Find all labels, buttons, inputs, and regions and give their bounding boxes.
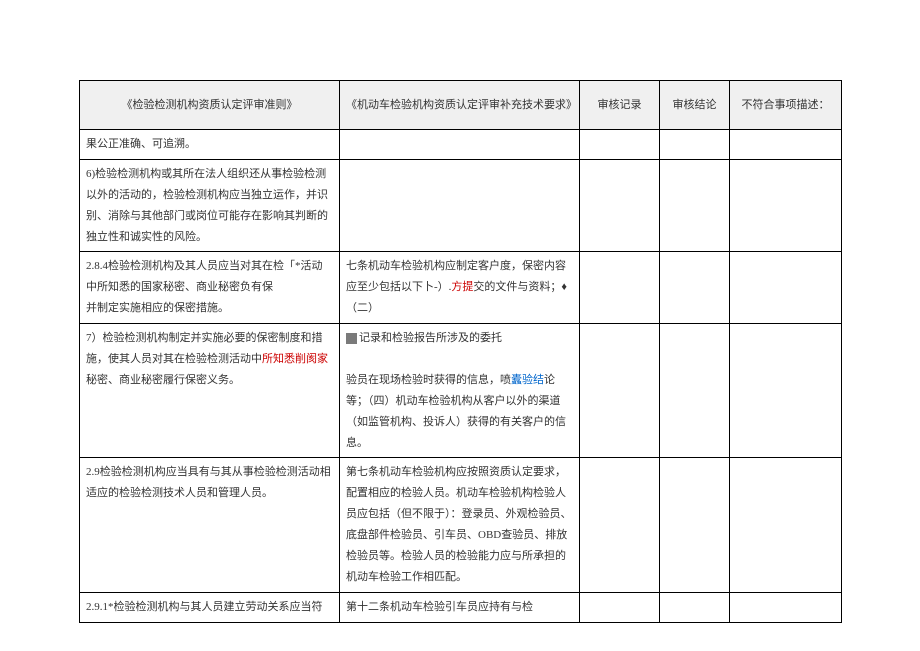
table-row: 2.8.4检验检测机构及其人员应当对其在检「*活动中所知悉的国家秘密、商业秘密负… xyxy=(80,252,842,324)
table-row: 2.9检验检测机构应当具有与其从事检验检测活动相适应的检验检测技术人员和管理人员… xyxy=(80,458,842,592)
cell-record xyxy=(580,324,660,458)
cell-criteria: 2.8.4检验检测机构及其人员应当对其在检「*活动中所知悉的国家秘密、商业秘密负… xyxy=(80,252,340,324)
cell-nonconformity xyxy=(730,130,842,160)
header-col5: 不符合事项描述： xyxy=(730,81,842,130)
cell-conclusion xyxy=(660,159,730,252)
cell-criteria: 2.9检验检测机构应当具有与其从事检验检测活动相适应的检验检测技术人员和管理人员… xyxy=(80,458,340,592)
cell-record xyxy=(580,159,660,252)
cell-requirement xyxy=(340,130,580,160)
cell-nonconformity xyxy=(730,159,842,252)
cell-criteria: 7）检验检测机构制定并实施必要的保密制度和措施，使其人员对其在检验检测活动中所知… xyxy=(80,324,340,458)
table-header-row: 《检验检测机构资质认定评审准则》 《机动车检验机构资质认定评审补充技术要求》 审… xyxy=(80,81,842,130)
cell-requirement: 第十二条机动车检验引车员应持有与检 xyxy=(340,592,580,622)
cell-criteria: 6)检验检测机构或其所在法人组织还从事检验检测以外的活动的，检验检测机构应当独立… xyxy=(80,159,340,252)
header-col4: 审核结论 xyxy=(660,81,730,130)
cell-nonconformity xyxy=(730,458,842,592)
cell-conclusion xyxy=(660,458,730,592)
cell-nonconformity xyxy=(730,324,842,458)
cell-requirement: 记录和检验报告所涉及的委托验员在现场检验时获得的信息，喷蠹验结论等；（四）机动车… xyxy=(340,324,580,458)
cell-conclusion xyxy=(660,130,730,160)
header-col3: 审核记录 xyxy=(580,81,660,130)
cell-criteria: 果公正准确、可追溯。 xyxy=(80,130,340,160)
cell-conclusion xyxy=(660,324,730,458)
cell-criteria: 2.9.1*检验检测机构与其人员建立劳动关系应当符 xyxy=(80,592,340,622)
document-page: 《检验检测机构资质认定评审准则》 《机动车检验机构资质认定评审补充技术要求》 审… xyxy=(0,0,920,651)
table-row: 果公正准确、可追溯。 xyxy=(80,130,842,160)
cell-nonconformity xyxy=(730,592,842,622)
cell-requirement: 第七条机动车检验机构应按照资质认定要求，配置相应的检验人员。机动车检验机构检验人… xyxy=(340,458,580,592)
cell-nonconformity xyxy=(730,252,842,324)
table-row: 7）检验检测机构制定并实施必要的保密制度和措施，使其人员对其在检验检测活动中所知… xyxy=(80,324,842,458)
cell-conclusion xyxy=(660,252,730,324)
cell-record xyxy=(580,592,660,622)
table-body: 果公正准确、可追溯。6)检验检测机构或其所在法人组织还从事检验检测以外的活动的，… xyxy=(80,130,842,623)
compliance-table: 《检验检测机构资质认定评审准则》 《机动车检验机构资质认定评审补充技术要求》 审… xyxy=(79,80,842,623)
cell-record xyxy=(580,252,660,324)
table-row: 6)检验检测机构或其所在法人组织还从事检验检测以外的活动的，检验检测机构应当独立… xyxy=(80,159,842,252)
cell-record xyxy=(580,130,660,160)
header-col1: 《检验检测机构资质认定评审准则》 xyxy=(80,81,340,130)
cell-requirement: 七条机动车检验机构应制定客户度，保密内容应至少包括以下卜-）.方提交的文件与资料… xyxy=(340,252,580,324)
cell-conclusion xyxy=(660,592,730,622)
cell-record xyxy=(580,458,660,592)
cell-requirement xyxy=(340,159,580,252)
header-col2: 《机动车检验机构资质认定评审补充技术要求》 xyxy=(340,81,580,130)
table-row: 2.9.1*检验检测机构与其人员建立劳动关系应当符第十二条机动车检验引车员应持有… xyxy=(80,592,842,622)
